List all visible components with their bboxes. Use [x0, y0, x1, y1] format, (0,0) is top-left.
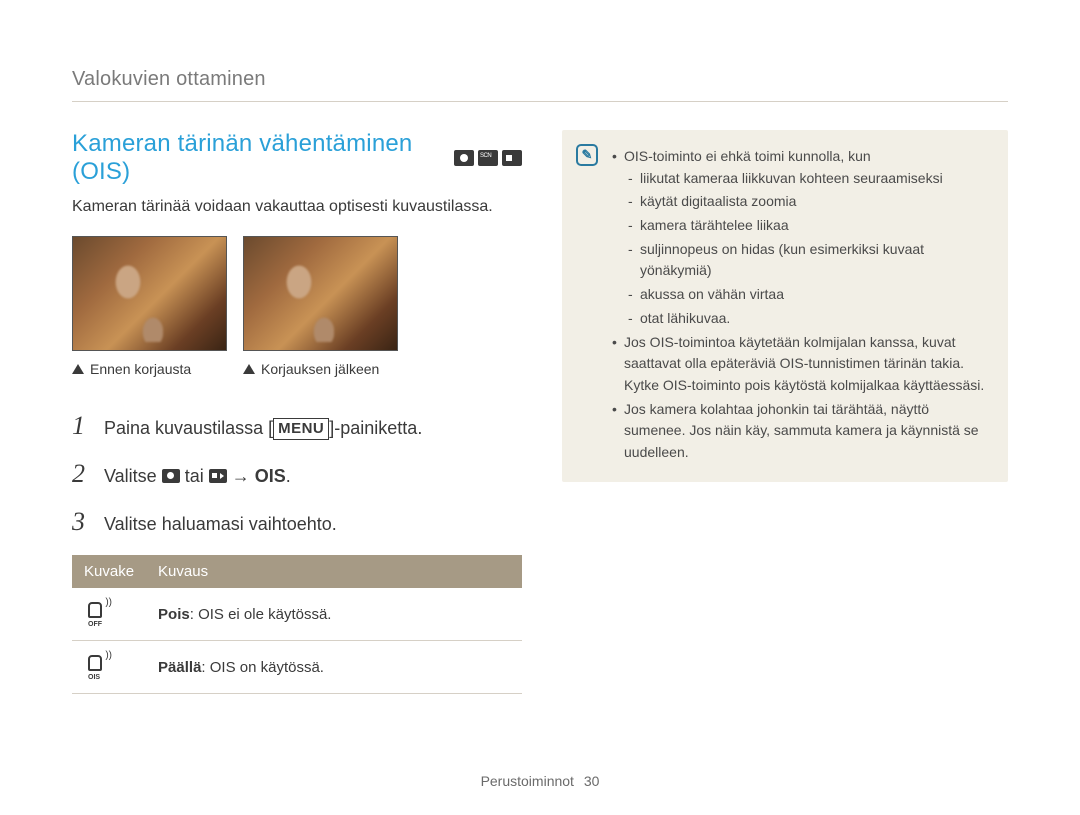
page-title: Kameran tärinän vähentäminen (OIS)	[72, 130, 444, 186]
step-text: Valitse haluamasi vaihtoehto.	[104, 513, 337, 536]
note-box: ✎ OIS-toiminto ei ehkä toimi kunnolla, k…	[562, 130, 1008, 482]
left-column: Kameran tärinän vähentäminen (OIS) Kamer…	[72, 130, 522, 694]
icon-cell: )) OIS	[72, 641, 146, 694]
step-2: 2 Valitse tai → OIS.	[72, 459, 522, 489]
option-label: Päällä	[158, 659, 201, 676]
note-text: OIS-toiminto ei ehkä toimi kunnolla, kun	[624, 148, 871, 164]
note-subitem: akussa on vähän virtaa	[628, 284, 990, 306]
option-desc: : OIS ei ole käytössä.	[190, 606, 332, 623]
note-subitem: kamera tärähtelee liikaa	[628, 215, 990, 237]
after-caption-row: Korjauksen jälkeen	[243, 361, 398, 377]
table-row: )) OFF Pois: OIS ei ole käytössä.	[72, 588, 522, 641]
desc-cell: Päällä: OIS on käytössä.	[146, 641, 522, 694]
steps-list: 1 Paina kuvaustilassa [MENU]-painiketta.…	[72, 411, 522, 537]
before-photo	[72, 236, 227, 351]
right-column: ✎ OIS-toiminto ei ehkä toimi kunnolla, k…	[562, 130, 1008, 694]
note-subitem: suljinnopeus on hidas (kun esimerkiksi k…	[628, 239, 990, 282]
note-list: OIS-toiminto ei ehkä toimi kunnolla, kun…	[612, 146, 990, 464]
arrow-icon: →	[227, 466, 255, 486]
option-desc: : OIS on käytössä.	[201, 659, 324, 676]
ois-label: OIS	[255, 466, 286, 486]
video-mode-icon	[502, 150, 522, 166]
table-row: )) OIS Päällä: OIS on käytössä.	[72, 641, 522, 694]
camera-mode-icon	[454, 150, 474, 166]
manual-page: Valokuvien ottaminen Kameran tärinän väh…	[0, 0, 1080, 815]
col-icon: Kuvake	[72, 555, 146, 588]
triangle-icon	[72, 364, 84, 374]
mode-icons	[454, 150, 522, 166]
footer-section: Perustoiminnot	[481, 773, 574, 789]
divider	[72, 101, 1008, 102]
before-caption-row: Ennen korjausta	[72, 361, 227, 377]
intro-text: Kameran tärinää voidaan vakauttaa optise…	[72, 198, 522, 216]
step-number: 2	[72, 459, 90, 489]
icon-sublabel: OIS	[88, 674, 100, 681]
note-item: Jos OIS-toimintoa käytetään kolmijalan k…	[612, 332, 990, 397]
step-number: 3	[72, 507, 90, 537]
page-footer: Perustoiminnot 30	[0, 773, 1080, 789]
note-subitem: otat lähikuvaa.	[628, 308, 990, 330]
step-text: Paina kuvaustilassa [MENU]-painiketta.	[104, 417, 422, 440]
option-label: Pois	[158, 606, 190, 623]
title-row: Kameran tärinän vähentäminen (OIS)	[72, 130, 522, 186]
step-1: 1 Paina kuvaustilassa [MENU]-painiketta.	[72, 411, 522, 441]
before-caption: Ennen korjausta	[90, 361, 191, 377]
note-item: OIS-toiminto ei ehkä toimi kunnolla, kun…	[612, 146, 990, 330]
content-columns: Kameran tärinän vähentäminen (OIS) Kamer…	[72, 130, 1008, 694]
video-icon	[209, 469, 227, 483]
note-subitem: liikutat kameraa liikkuvan kohteen seura…	[628, 168, 990, 190]
ois-off-icon: )) OFF	[84, 600, 110, 624]
comparison-photos: Ennen korjausta Korjauksen jälkeen	[72, 236, 522, 377]
note-subitem: käytät digitaalista zoomia	[628, 191, 990, 213]
note-item: Jos kamera kolahtaa johonkin tai tärähtä…	[612, 399, 990, 464]
text: Valitse	[104, 466, 162, 486]
ois-on-icon: )) OIS	[84, 653, 110, 677]
desc-cell: Pois: OIS ei ole käytössä.	[146, 588, 522, 641]
after-caption: Korjauksen jälkeen	[261, 361, 379, 377]
note-sublist: liikutat kameraa liikkuvan kohteen seura…	[624, 168, 990, 330]
text: ]-painiketta.	[329, 418, 422, 438]
col-desc: Kuvaus	[146, 555, 522, 588]
after-photo	[243, 236, 398, 351]
text: tai	[180, 466, 209, 486]
icon-cell: )) OFF	[72, 588, 146, 641]
table-header-row: Kuvake Kuvaus	[72, 555, 522, 588]
icon-sublabel: OFF	[88, 621, 102, 628]
step-3: 3 Valitse haluamasi vaihtoehto.	[72, 507, 522, 537]
text: Paina kuvaustilassa [	[104, 418, 273, 438]
breadcrumb: Valokuvien ottaminen	[72, 68, 1008, 91]
options-table: Kuvake Kuvaus )) OFF Pois: OIS ei	[72, 555, 522, 694]
menu-button-label: MENU	[273, 418, 329, 440]
text: .	[286, 466, 291, 486]
scn-mode-icon	[478, 150, 498, 166]
note-icon: ✎	[576, 144, 598, 166]
step-text: Valitse tai → OIS.	[104, 465, 291, 488]
camera-icon	[162, 469, 180, 483]
triangle-icon	[243, 364, 255, 374]
step-number: 1	[72, 411, 90, 441]
before-block: Ennen korjausta	[72, 236, 227, 377]
page-number: 30	[584, 773, 600, 789]
after-block: Korjauksen jälkeen	[243, 236, 398, 377]
